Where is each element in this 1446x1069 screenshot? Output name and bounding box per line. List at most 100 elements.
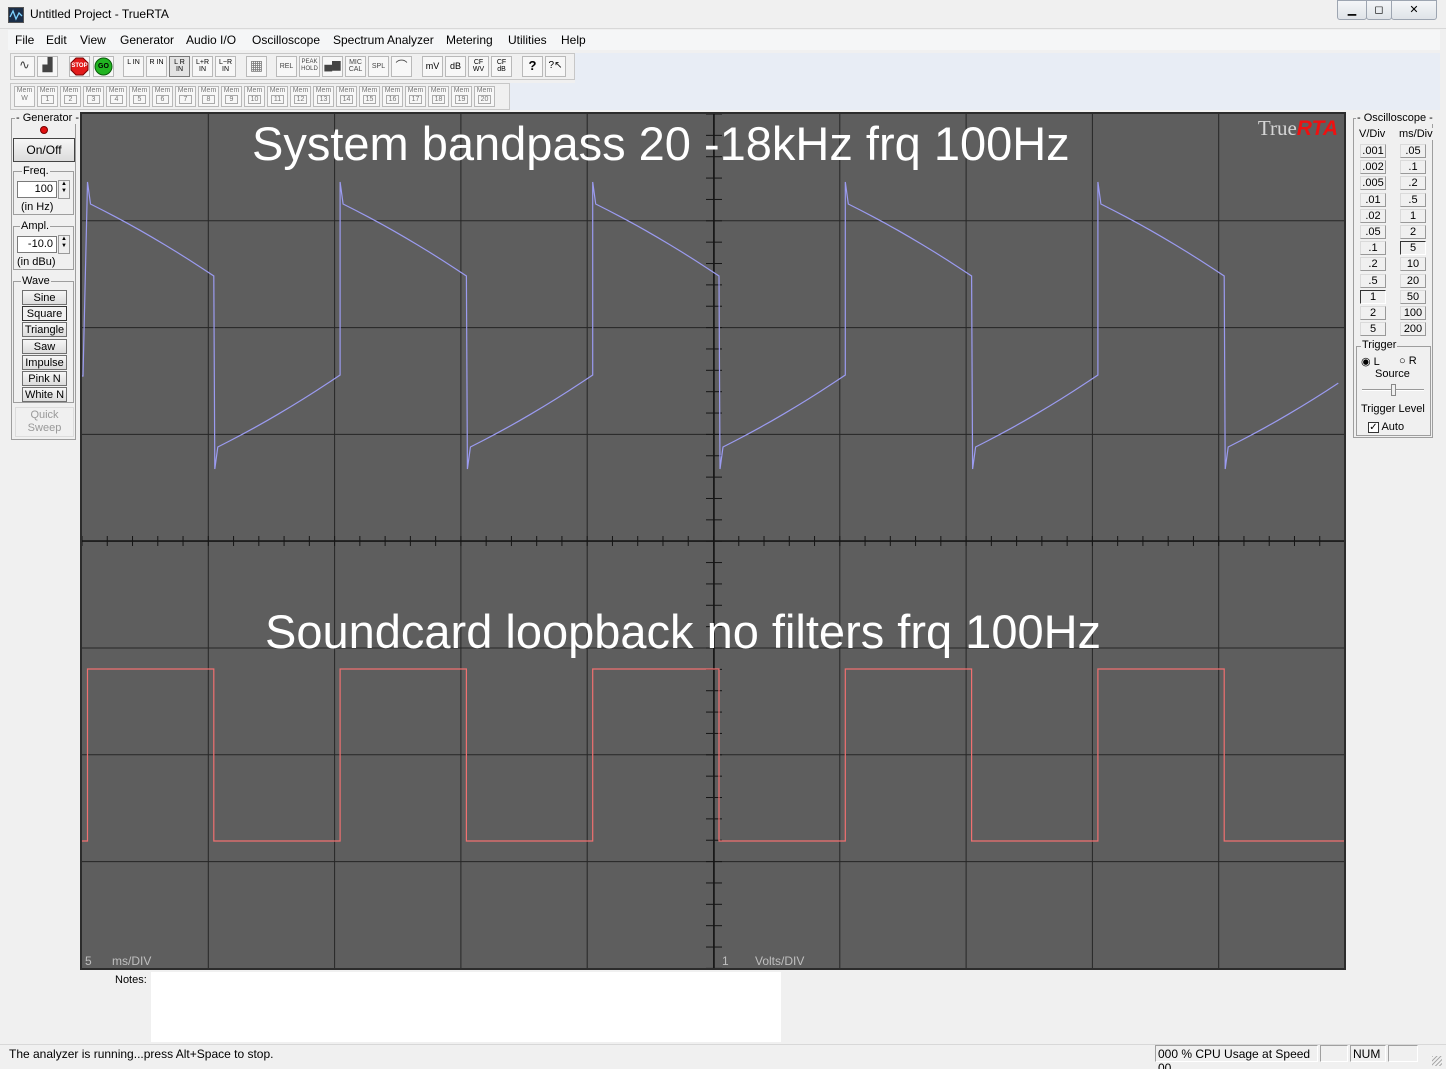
vdiv-button[interactable]: .1 [1360, 241, 1386, 256]
mem-slot-button[interactable]: Mem 5 [129, 86, 150, 107]
vdiv-button[interactable]: .02 [1360, 208, 1386, 223]
msdiv-button[interactable]: 200 [1400, 322, 1426, 337]
ampl-input[interactable]: -10.0 [17, 236, 57, 253]
auto-checkbox[interactable]: ✓ Auto [1368, 421, 1404, 433]
mem-w-button[interactable]: Mem W [14, 86, 35, 107]
mem-slot-button[interactable]: Mem 1 [37, 86, 58, 107]
mem-slot-button[interactable]: Mem 11 [267, 86, 288, 107]
vdiv-button[interactable]: .002 [1360, 160, 1386, 175]
vdiv-button[interactable]: .005 [1360, 176, 1386, 191]
mem-slot-button[interactable]: Mem 20 [474, 86, 495, 107]
wave-impulse-button[interactable]: Impulse [22, 355, 67, 370]
trigger-level-thumb[interactable] [1391, 384, 1396, 396]
mem-slot-button[interactable]: Mem 16 [382, 86, 403, 107]
menu-edit[interactable]: Edit [46, 33, 67, 47]
minimize-button[interactable]: ▁ [1337, 0, 1367, 20]
mem-slot-button[interactable]: Mem 8 [198, 86, 219, 107]
sine-mode-button[interactable]: ∿ [14, 56, 35, 77]
db-button[interactable]: dB [445, 56, 466, 77]
msdiv-button[interactable]: 5 [1400, 241, 1426, 256]
menu-metering[interactable]: Metering [446, 33, 493, 47]
bars-button[interactable]: ▄▆ [322, 56, 343, 77]
ampl-stepper[interactable]: ▲ ▼ [58, 235, 70, 254]
quick-sweep-button[interactable]: Quick Sweep [15, 407, 74, 437]
menu-file[interactable]: File [15, 33, 34, 47]
mv-button[interactable]: mV [422, 56, 443, 77]
mem-slot-button[interactable]: Mem 19 [451, 86, 472, 107]
mem-slot-button[interactable]: Mem 4 [106, 86, 127, 107]
mem-slot-button[interactable]: Mem 2 [60, 86, 81, 107]
mem-slot-button[interactable]: Mem 14 [336, 86, 357, 107]
menu-view[interactable]: View [80, 33, 106, 47]
wave-white-noise-button[interactable]: White N [22, 387, 67, 402]
vdiv-button[interactable]: 5 [1360, 322, 1386, 337]
mem-slot-button[interactable]: Mem 17 [405, 86, 426, 107]
mic-cal-button[interactable]: MIC CAL [345, 56, 366, 77]
lr-in-button[interactable]: L R IN [169, 56, 190, 77]
trigger-l-radio[interactable]: ◉ L [1361, 355, 1380, 368]
menu-utilities[interactable]: Utilities [508, 33, 547, 47]
maximize-button[interactable]: ◻ [1366, 0, 1392, 20]
mem-slot-button[interactable]: Mem 13 [313, 86, 334, 107]
msdiv-button[interactable]: 1 [1400, 208, 1426, 223]
spl-button[interactable]: SPL [368, 56, 389, 77]
msdiv-button[interactable]: .5 [1400, 192, 1426, 207]
grid-button[interactable]: ▦ [246, 56, 267, 77]
rel-button[interactable]: REL [276, 56, 297, 77]
vdiv-button[interactable]: 2 [1360, 306, 1386, 320]
resize-grip[interactable] [1432, 1056, 1442, 1066]
l-minus-r-in-button[interactable]: L−R IN [215, 56, 236, 77]
generator-on-off-button[interactable]: On/Off [13, 138, 75, 162]
vdiv-button[interactable]: 1 [1360, 289, 1386, 304]
msdiv-button[interactable]: 2 [1400, 225, 1426, 239]
menu-spectrum-analyzer[interactable]: Spectrum Analyzer [333, 33, 434, 47]
msdiv-button[interactable]: 50 [1400, 289, 1426, 304]
curve-button[interactable]: ⌒ [391, 56, 412, 77]
vdiv-button[interactable]: .001 [1360, 144, 1386, 158]
menu-audio-io[interactable]: Audio I/O [186, 33, 236, 47]
r-in-button[interactable]: R IN [146, 56, 167, 77]
rta-mode-button[interactable]: ▟ [37, 56, 58, 77]
wave-saw-button[interactable]: Saw [22, 339, 67, 354]
go-button[interactable]: GO [93, 56, 114, 77]
mem-slot-button[interactable]: Mem 18 [428, 86, 449, 107]
context-help-button[interactable]: ?↖ [545, 56, 566, 77]
help-button[interactable]: ? [522, 56, 543, 77]
msdiv-button[interactable]: 20 [1400, 273, 1426, 288]
vdiv-button[interactable]: .5 [1360, 273, 1386, 288]
vdiv-button[interactable]: .2 [1360, 257, 1386, 272]
menu-oscilloscope[interactable]: Oscilloscope [252, 33, 320, 47]
freq-stepper[interactable]: ▲ ▼ [58, 180, 70, 199]
wave-sine-button[interactable]: Sine [22, 290, 67, 305]
vdiv-button[interactable]: .01 [1360, 192, 1386, 207]
msdiv-button[interactable]: .05 [1400, 144, 1426, 158]
msdiv-button[interactable]: 100 [1400, 306, 1426, 320]
notes-field[interactable] [151, 972, 781, 1042]
mem-slot-button[interactable]: Mem 9 [221, 86, 242, 107]
peak-hold-button[interactable]: PEAK HOLD [299, 56, 320, 77]
mem-slot-button[interactable]: Mem 12 [290, 86, 311, 107]
menu-help[interactable]: Help [561, 33, 586, 47]
msdiv-button[interactable]: .2 [1400, 176, 1426, 191]
mem-slot-button[interactable]: Mem 10 [244, 86, 265, 107]
trigger-level-slider[interactable] [1362, 384, 1424, 396]
close-button[interactable]: ✕ [1391, 0, 1437, 20]
cf-wv-button[interactable]: CF WV [468, 56, 489, 77]
msdiv-button[interactable]: .1 [1400, 160, 1426, 175]
mem-slot-button[interactable]: Mem 7 [175, 86, 196, 107]
mem-slot-button[interactable]: Mem 15 [359, 86, 380, 107]
wave-triangle-button[interactable]: Triangle [22, 322, 67, 337]
l-in-button[interactable]: L IN [123, 56, 144, 77]
wave-square-button[interactable]: Square [22, 306, 67, 321]
wave-pink-noise-button[interactable]: Pink N [22, 371, 67, 386]
msdiv-button[interactable]: 10 [1400, 257, 1426, 272]
freq-input[interactable]: 100 [17, 181, 57, 198]
trigger-r-radio[interactable]: ○ R [1399, 355, 1417, 367]
cf-db-button[interactable]: CF dB [491, 56, 512, 77]
mem-slot-button[interactable]: Mem 6 [152, 86, 173, 107]
stop-button[interactable]: STOP [69, 56, 90, 77]
vdiv-button[interactable]: .05 [1360, 225, 1386, 239]
mem-slot-button[interactable]: Mem 3 [83, 86, 104, 107]
menu-generator[interactable]: Generator [120, 33, 174, 47]
l-plus-r-in-button[interactable]: L+R IN [192, 56, 213, 77]
